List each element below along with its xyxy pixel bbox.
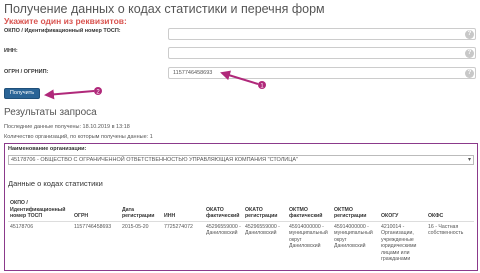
chevron-down-icon: ▾ — [467, 157, 471, 163]
inn-help-icon[interactable]: ? — [465, 49, 474, 58]
col-header: ОКПО / Идентификационный номер ТОСП — [8, 191, 72, 222]
last-received-text: Последние данные получены: 18.10.2019 в … — [4, 124, 130, 130]
arrow-to-submit — [44, 89, 95, 100]
marker-1-badge — [258, 81, 266, 89]
col-header: ОКФС — [426, 191, 474, 222]
table-row: 45178706 1157746458693 2015-05-20 772527… — [8, 221, 474, 265]
org-results-panel: Наименование организации: 45178706 - ОБЩ… — [4, 143, 478, 271]
table-cell: 1157746458693 — [74, 223, 112, 230]
ogrn-help-icon[interactable]: ? — [465, 69, 474, 78]
page-title: Получение данных о кодах статистики и пе… — [4, 2, 325, 16]
ogrn-label: ОГРН / ОГРНИП: — [4, 69, 49, 75]
table-cell: 2015-05-20 — [122, 223, 149, 230]
table-cell: 45178706 — [10, 223, 34, 230]
table-cell: 16 - Частная собственность — [428, 223, 464, 237]
okpo-help-icon[interactable]: ? — [465, 30, 474, 39]
table-cell: 7725274072 — [164, 223, 193, 230]
col-header: ОКАТО фактический — [204, 191, 243, 222]
table-cell: 45914000000 - муниципальный округ Данило… — [289, 223, 328, 250]
marker-2-badge — [94, 87, 102, 95]
org-select[interactable]: 45178706 - ОБЩЕСТВО С ОГРАНИЧЕННОЙ ОТВЕТ… — [8, 155, 474, 165]
stats-table: ОКПО / Идентификационный номер ТОСП ОГРН… — [8, 191, 474, 265]
marker-1-label: 1 — [260, 83, 264, 89]
org-count-text: Количество организаций, по которым получ… — [4, 134, 153, 140]
table-cell: 45914000000 - муниципальный округ Данило… — [334, 223, 373, 250]
col-header: ОКАТО регистрации — [243, 191, 287, 222]
table-header-row: ОКПО / Идентификационный номер ТОСП ОГРН… — [8, 191, 474, 222]
col-header: ОКТМО фактический — [287, 191, 332, 222]
table-cell: 45296559000 - Даниловский — [245, 223, 280, 237]
stats-section-title: Данные о кодах статистики — [8, 179, 103, 188]
org-select-label: Наименование организации: — [8, 146, 87, 152]
form-instruction: Укажите один из реквизитов: — [4, 16, 127, 26]
col-header: ИНН — [162, 191, 204, 222]
okpo-label: ОКПО / Идентификационный номер ТОСП: — [4, 28, 121, 34]
table-cell: 4210014 - Организации, учрежденные юриди… — [381, 223, 417, 263]
marker-2-label: 2 — [96, 89, 100, 95]
results-title: Результаты запроса — [4, 107, 97, 118]
inn-label: ИНН: — [4, 48, 18, 54]
col-header: ОГРН — [72, 191, 120, 222]
col-header: Дата регистрации — [120, 191, 162, 222]
okpo-input[interactable] — [168, 28, 476, 40]
ogrn-input[interactable]: 1157746458693 — [168, 67, 476, 79]
inn-input[interactable] — [168, 47, 476, 59]
col-header: ОКОГУ — [379, 191, 426, 222]
table-cell: 45296559000 - Даниловский — [206, 223, 241, 237]
submit-button[interactable]: Получить — [4, 88, 40, 99]
col-header: ОКТМО регистрации — [332, 191, 379, 222]
org-select-value: 45178706 - ОБЩЕСТВО С ОГРАНИЧЕННОЙ ОТВЕТ… — [11, 157, 298, 163]
